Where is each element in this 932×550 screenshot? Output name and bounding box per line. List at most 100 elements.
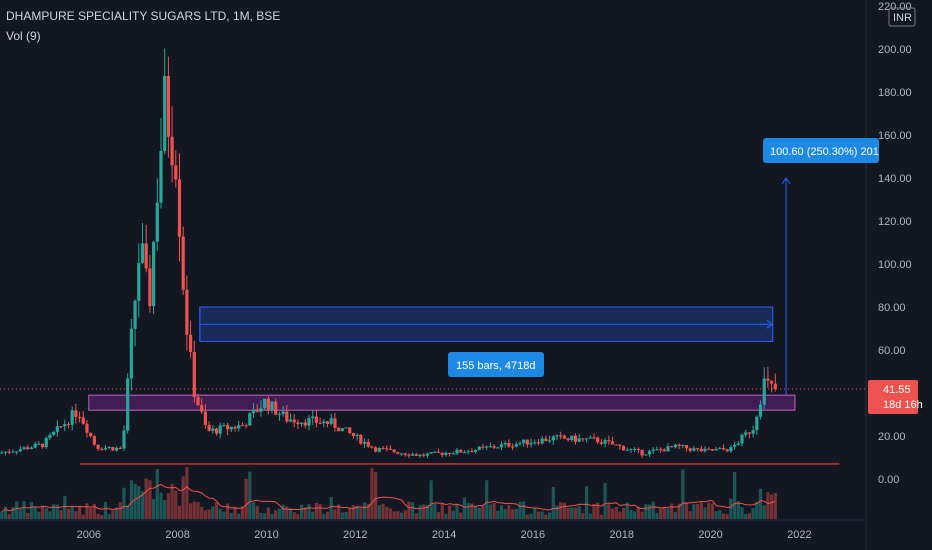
volume-bar [644,504,648,519]
volume-bar [662,506,666,519]
volume-bar [684,502,689,519]
candle-down [688,448,692,451]
candle-up [270,401,274,411]
volume-bar [251,502,256,519]
symbol-title[interactable]: DHAMPURE SPECIALITY SUGARS LTD, 1M, BSE [6,9,280,23]
candle-down [544,438,548,441]
volume-bar [758,488,763,519]
candle-up [555,435,559,437]
price-tick-label: 60.00 [878,345,906,357]
volume-bar [218,508,222,519]
volume-bar [703,507,707,519]
volume-bar [455,504,459,519]
candle-down [370,446,374,448]
candle-up [673,444,678,448]
candle-down [200,405,204,412]
volume-bar [126,505,130,519]
candle-up [692,448,696,451]
current-price-value: 41.55 [883,384,911,396]
candle-up [322,421,326,424]
volume-bar [599,514,603,519]
candle-up [551,436,555,441]
volume-bar [122,487,126,519]
candle-down [85,423,89,433]
volume-bar [296,514,300,519]
volume-bar [270,513,274,519]
volume-bar [466,502,470,519]
volume-bar [581,513,585,519]
candle-up [237,425,241,429]
candle-down [388,448,393,450]
volume-bar [522,501,526,519]
candle-up [570,435,574,440]
volume-bar [462,497,467,519]
candle-up [48,434,52,438]
price-tick-label: 20.00 [878,431,906,443]
candle-up [399,453,404,455]
volume-bar [211,506,215,519]
candle-up [377,448,381,452]
volume-bar [692,504,696,519]
candle-up [540,438,544,444]
candle-up [33,443,37,448]
time-tick-label: 2016 [521,529,545,541]
volume-bar [374,472,378,519]
candle-up [418,454,422,456]
volume-bar [133,483,137,519]
candle-up [496,447,500,449]
time-tick-label: 2010 [254,529,278,541]
candle-up [3,451,8,453]
candle-down [192,352,196,397]
candle-down [707,448,711,450]
candle-down [470,451,474,453]
candle-up [629,449,633,451]
candle-up [155,202,159,242]
price-tick-label: 180.00 [878,87,912,99]
volume-bar [621,507,626,519]
candle-down [766,378,770,381]
candle-up [344,427,348,429]
candle-down [725,449,729,452]
volume-bar [3,506,8,519]
candle-down [596,437,600,443]
volume-bar [407,501,411,519]
volume-bar [473,506,478,519]
candle-up [529,442,533,445]
volume-bar [584,486,589,519]
volume-bar [540,511,544,519]
volume-bar [285,506,289,519]
candle-down [226,425,230,430]
volume-bar [514,508,518,519]
volume-bar [640,511,644,519]
time-tick-label: 2022 [787,529,811,541]
volume-bar [444,513,448,519]
candle-down [721,447,726,450]
volume-bar [196,502,200,519]
volume-bar [607,504,611,519]
candle-down [174,165,178,180]
time-axis[interactable]: 2006 2008 2010 2012 2014 2016 2018 2020 2022 [77,529,812,541]
candle-up [163,76,167,151]
candle-up [473,449,478,452]
volume-bar [55,504,59,519]
candle-down [337,427,341,432]
volume-bar [174,490,178,519]
volume-bar [707,502,711,519]
price-chart[interactable]: 220.00200.00180.00160.00140.00120.00100.… [0,0,932,550]
volume-indicator-label[interactable]: Vol (9) [6,29,41,43]
candle-up [758,404,763,417]
volume-bar [314,502,319,519]
candle-down [621,445,626,451]
candle-up [340,428,344,432]
candle-up [588,437,592,439]
volume-bar [107,513,111,519]
volume-bar [137,485,141,519]
candle-up [584,438,589,440]
candle-up [133,300,137,329]
candle-up [603,440,607,444]
volume-bar [740,507,744,519]
volume-bar [281,504,285,519]
volume-bar [392,511,396,519]
candle-down [396,452,400,454]
candle-down [510,446,515,448]
